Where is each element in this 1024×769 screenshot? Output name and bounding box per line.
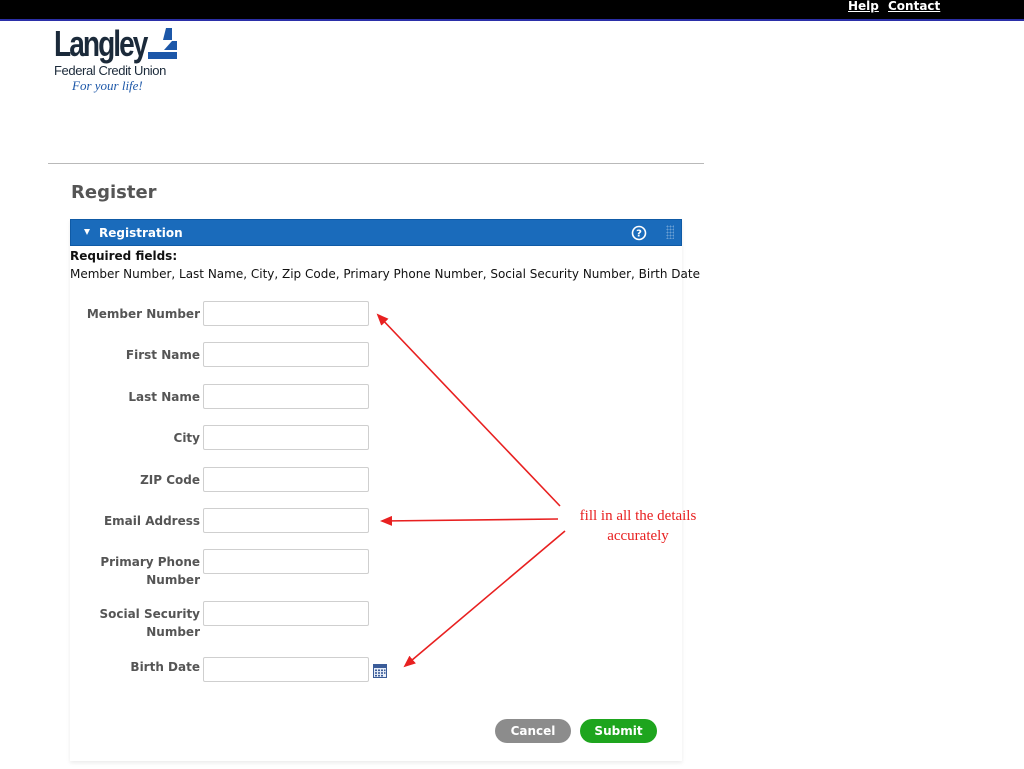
panel-header[interactable]: Registration ? <box>70 219 682 246</box>
primary-phone-input[interactable] <box>203 549 369 574</box>
svg-text:?: ? <box>636 229 642 240</box>
registration-panel: Registration ? Required fields: Member N… <box>70 219 700 761</box>
first-name-label: First Name <box>125 348 200 362</box>
zip-code-input[interactable] <box>203 467 369 492</box>
primary-phone-label-line1: Primary Phone <box>100 555 200 569</box>
logo-subtitle: Federal Credit Union <box>54 63 166 78</box>
zip-code-label: ZIP Code <box>140 473 200 487</box>
birth-date-input[interactable] <box>203 657 369 682</box>
required-fields-list: Member Number, Last Name, City, Zip Code… <box>70 267 700 281</box>
ssn-label-line1: Social Security <box>99 607 200 621</box>
page-title: Register <box>71 182 157 203</box>
help-circle-icon[interactable]: ? <box>631 225 647 241</box>
last-name-label: Last Name <box>128 390 200 404</box>
ssn-input[interactable] <box>203 601 369 626</box>
last-name-input[interactable] <box>203 384 369 409</box>
help-link[interactable]: Help <box>848 0 879 13</box>
required-fields-label: Required fields: <box>70 249 178 263</box>
annotation-text: fill in all the details accurately <box>566 506 710 546</box>
collapse-triangle-icon[interactable] <box>84 229 90 235</box>
city-label: City <box>173 431 200 445</box>
top-nav-bar: Help Contact <box>0 0 1024 21</box>
logo-mark-icon <box>148 28 177 59</box>
panel-title: Registration <box>99 226 183 240</box>
member-number-label: Member Number <box>86 307 200 321</box>
logo-name: Langley <box>54 23 148 64</box>
ssn-label-line2: Number <box>146 625 200 639</box>
calendar-icon[interactable] <box>373 664 387 678</box>
submit-button[interactable]: Submit <box>580 719 657 743</box>
drag-grip-icon[interactable] <box>666 225 674 239</box>
langley-logo[interactable]: Langley Federal Credit Union For your li… <box>54 26 184 100</box>
annotation-text-line1: fill in all the details <box>579 508 697 524</box>
city-input[interactable] <box>203 425 369 450</box>
cancel-button[interactable]: Cancel <box>495 719 571 743</box>
email-address-input[interactable] <box>203 508 369 533</box>
ssn-label: Social Security Number <box>70 605 200 641</box>
annotation-text-line2: accurately <box>607 528 669 544</box>
first-name-input[interactable] <box>203 342 369 367</box>
primary-phone-label-line2: Number <box>146 573 200 587</box>
header-divider <box>48 163 704 164</box>
logo-tagline: For your life! <box>72 78 143 93</box>
primary-phone-label: Primary Phone Number <box>70 553 200 589</box>
member-number-input[interactable] <box>203 301 369 326</box>
birth-date-label: Birth Date <box>130 660 200 674</box>
email-address-label: Email Address <box>103 514 200 528</box>
contact-link[interactable]: Contact <box>888 0 940 13</box>
